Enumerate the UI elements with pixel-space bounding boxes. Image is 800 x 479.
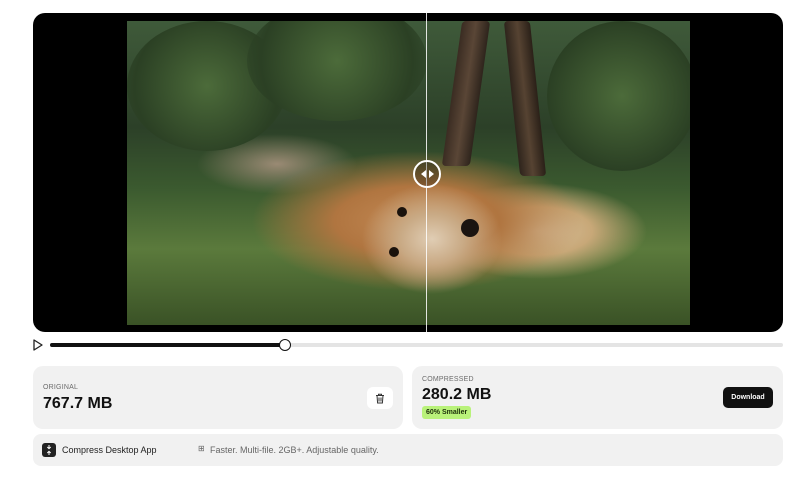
foliage: [547, 21, 690, 171]
arrow-left-icon: [420, 170, 426, 178]
dog-eye: [397, 207, 407, 217]
original-caption: ORIGINAL: [43, 384, 79, 391]
delete-button[interactable]: [367, 387, 393, 409]
seek-thumb[interactable]: [278, 339, 291, 351]
compress-arrows-icon: [46, 445, 52, 455]
dog-eye: [389, 247, 399, 257]
compressed-size: 280.2 MB: [422, 386, 492, 403]
tree-trunk: [503, 21, 547, 176]
seek-bar[interactable]: [50, 339, 783, 351]
tree-trunk: [441, 21, 491, 166]
compare-slider-handle[interactable]: [413, 160, 441, 188]
original-size: 767.7 MB: [43, 395, 113, 412]
windows-icon: ⊞: [198, 444, 205, 453]
trash-icon: [376, 393, 384, 403]
desktop-app-banner[interactable]: Compress Desktop App ⊞ Faster. Multi-fil…: [33, 434, 783, 466]
play-icon[interactable]: [33, 339, 43, 351]
video-player[interactable]: [33, 13, 783, 332]
arrow-right-icon: [428, 170, 434, 178]
dog-nose: [461, 219, 479, 237]
seek-progress: [50, 343, 285, 347]
promo-description: Faster. Multi-file. 2GB+. Adjustable qua…: [210, 445, 379, 455]
original-card: ORIGINAL 767.7 MB: [33, 366, 403, 429]
playback-controls: [33, 337, 783, 353]
promo-title: Compress Desktop App: [62, 445, 157, 455]
video-frame: [127, 21, 690, 325]
reduction-badge: 60% Smaller: [422, 406, 472, 419]
download-button[interactable]: Download: [723, 387, 773, 408]
app-logo-icon: [42, 443, 56, 457]
compressed-card: COMPRESSED 280.2 MB 60% Smaller Download: [412, 366, 783, 429]
compressed-caption: COMPRESSED: [422, 376, 474, 383]
